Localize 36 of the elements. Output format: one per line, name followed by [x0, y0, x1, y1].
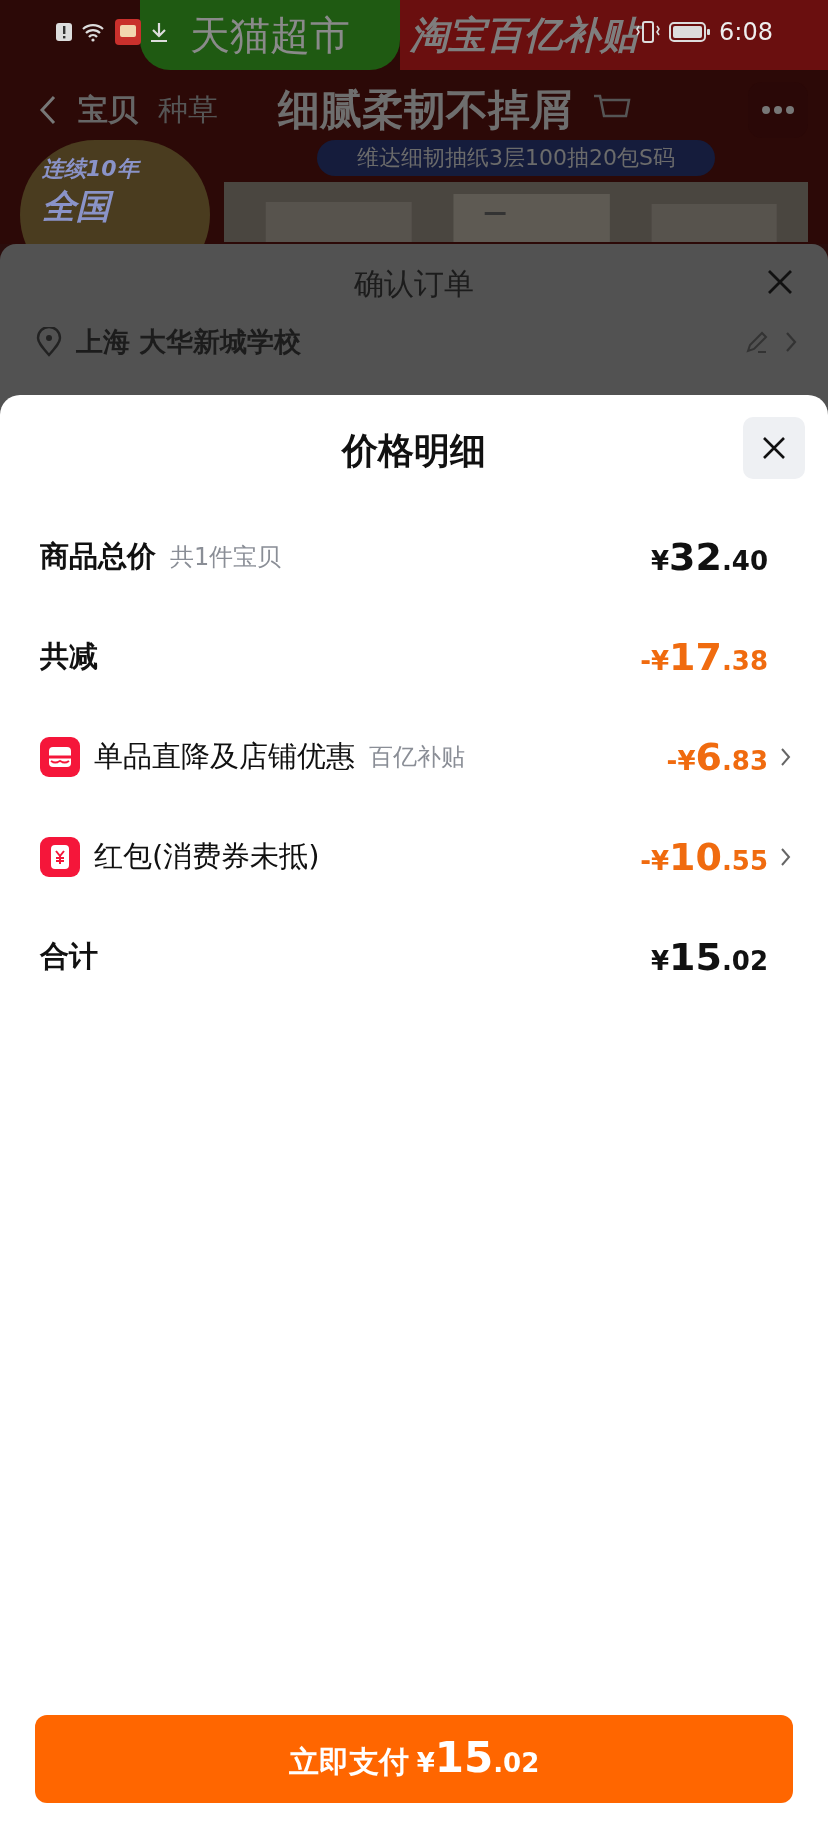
badge-text: 全国 — [42, 184, 210, 230]
price-label: 红包(消费券未抵) — [94, 838, 320, 875]
price-amount: -¥6.83 — [666, 735, 768, 779]
price-label: 合计 — [40, 938, 98, 975]
close-icon[interactable] — [766, 268, 794, 296]
price-note: 共1件宝贝 — [170, 542, 282, 573]
app-icon — [115, 19, 141, 45]
chevron-icon[interactable] — [780, 846, 792, 868]
chevron-icon[interactable] — [780, 746, 792, 768]
alert-icon — [55, 22, 73, 42]
price-label: 单品直降及店铺优惠 — [94, 738, 355, 775]
download-icon — [149, 21, 169, 43]
location-icon — [36, 327, 62, 357]
price-amount: ¥15.02 — [650, 935, 768, 979]
price-amount: -¥17.38 — [640, 635, 768, 679]
product-tag: 维达细韧抽纸3层100抽20包S码 — [317, 140, 715, 176]
page-tab[interactable]: 种草 — [158, 89, 218, 131]
battery-icon — [669, 21, 712, 43]
sheet-title: 价格明细 — [342, 428, 486, 473]
banner-headline: 细腻柔韧不掉屑 — [278, 84, 572, 136]
price-amount: ¥32.40 — [650, 535, 768, 579]
price-label: 共减 — [40, 638, 98, 675]
store-icon — [40, 737, 80, 777]
badge-text: 连续10年 — [42, 155, 142, 183]
page-tab[interactable]: 宝贝 — [78, 89, 138, 131]
close-icon — [761, 435, 787, 461]
price-note: 百亿补贴 — [369, 742, 465, 773]
pay-button[interactable]: 立即支付 ¥15.02 — [35, 1715, 793, 1803]
price-label: 商品总价 — [40, 538, 156, 575]
back-icon[interactable] — [38, 94, 58, 126]
close-button[interactable] — [743, 417, 805, 479]
more-icon — [761, 105, 795, 115]
banner-title: 天猫超市 — [190, 10, 350, 60]
coupon-icon — [40, 837, 80, 877]
status-time: 6:08 — [719, 18, 773, 46]
price-amount: -¥10.55 — [640, 835, 768, 879]
